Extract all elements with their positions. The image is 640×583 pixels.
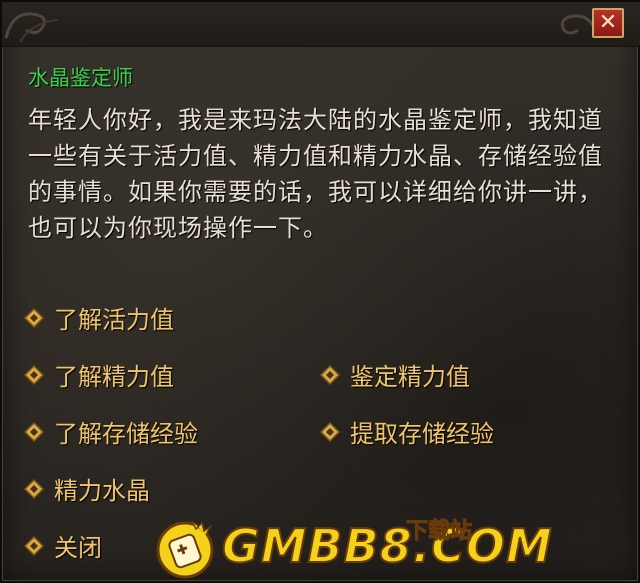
diamond-bullet-icon <box>23 535 45 556</box>
diamond-bullet-icon <box>319 421 341 442</box>
diamond-bullet-icon <box>23 364 45 385</box>
diamond-bullet-icon <box>23 478 45 499</box>
option-label: 鉴定精力值 <box>350 363 470 391</box>
option-energy-crystal[interactable]: 精力水晶 <box>22 471 150 506</box>
diamond-bullet-icon <box>23 421 45 442</box>
npc-dialog-window: ✕ 水晶鉴定师 年轻人你好，我是来玛法大陆的水晶鉴定师，我知道一些有关于活力值、… <box>0 0 640 583</box>
option-label: 关闭 <box>54 534 102 562</box>
option-label: 精力水晶 <box>54 477 150 505</box>
option-close[interactable]: 关闭 <box>22 528 102 563</box>
watermark-text: GMBB8.COM <box>221 518 553 574</box>
option-label: 提取存储经验 <box>350 420 494 448</box>
option-learn-energy[interactable]: 了解精力值 <box>22 357 174 392</box>
close-button[interactable]: ✕ <box>592 8 624 38</box>
option-learn-stored-exp[interactable]: 了解存储经验 <box>22 414 198 449</box>
dialog-text: 年轻人你好，我是来玛法大陆的水晶鉴定师，我知道一些有关于活力值、精力值和精力水晶… <box>28 106 603 242</box>
corner-ornament-icon <box>4 12 59 43</box>
diamond-bullet-icon <box>23 307 45 328</box>
npc-name: 水晶鉴定师 <box>28 66 133 90</box>
option-label: 了解精力值 <box>54 363 174 391</box>
close-icon: ✕ <box>598 10 618 35</box>
option-appraise-energy[interactable]: 鉴定精力值 <box>318 357 470 392</box>
site-watermark: GMBB8.COM 下载站 <box>152 507 553 583</box>
watermark-sub: 下载站 <box>405 519 473 545</box>
diamond-bullet-icon <box>319 364 341 385</box>
option-label: 了解存储经验 <box>54 420 198 448</box>
gamepad-logo-icon <box>156 520 214 579</box>
option-label: 了解活力值 <box>54 306 174 334</box>
option-learn-vitality[interactable]: 了解活力值 <box>22 300 174 335</box>
title-bar <box>2 2 640 47</box>
option-extract-stored-exp[interactable]: 提取存储经验 <box>318 414 494 449</box>
